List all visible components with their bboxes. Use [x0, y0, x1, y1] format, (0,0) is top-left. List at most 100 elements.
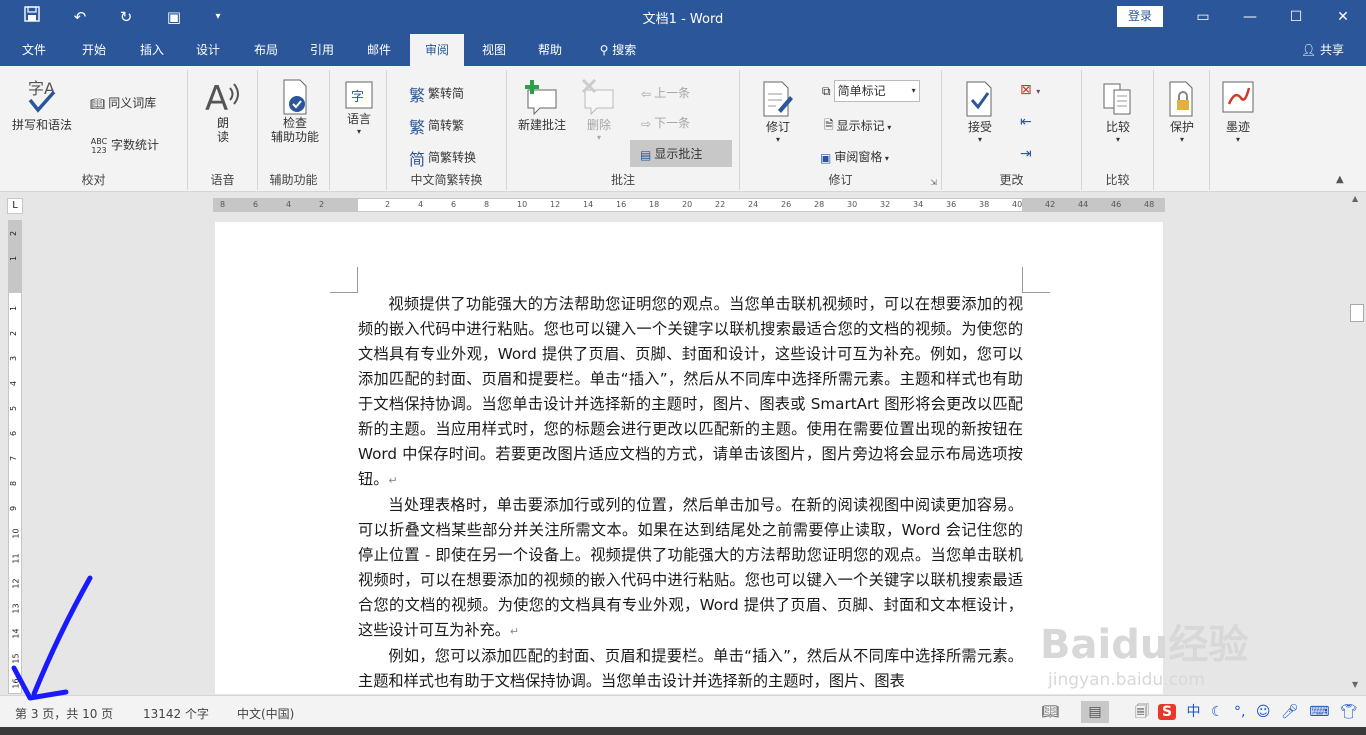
accessibility-check-icon	[283, 79, 307, 115]
scroll-down-icon[interactable]: ▼	[1352, 680, 1358, 689]
tab-home[interactable]: 开始	[72, 34, 116, 66]
share-button[interactable]: 👤︎ 共享	[1301, 34, 1344, 66]
group-speech: A 朗 读 语音	[188, 70, 258, 190]
markup-select[interactable]: ⧉ 简单标记 ▾	[822, 80, 920, 102]
group-tracking: 修订 ▾ ⧉ 简单标记 ▾ 🗎︎ 显示标记 ▾ ▣ 审阅窗格 ▾ 修订 ⇲	[740, 70, 942, 190]
track-changes-button[interactable]: 修订 ▾	[754, 80, 802, 144]
chevron-down-icon: ▾	[775, 135, 780, 144]
previous-comment-button[interactable]: ⇦ 上一条	[641, 84, 690, 101]
chevron-down-icon: ▾	[1115, 135, 1120, 144]
word-count-status[interactable]: 13142 个字	[143, 705, 209, 722]
traditional-to-simplified-button[interactable]: 繁繁转简	[409, 82, 464, 106]
ime-toolbar: S 中 ☾ °, ☺ 🎤︎ ⌨ 👕︎ ⊞	[1158, 701, 1366, 723]
tab-mailings[interactable]: 邮件	[357, 34, 401, 66]
conversion-char-icon: 简	[409, 150, 426, 169]
delete-comment-button[interactable]: 删除 ▾	[575, 78, 623, 142]
vertical-scrollbar[interactable]: ▲ ▼	[1348, 192, 1366, 694]
ribbon-display-options-icon[interactable]: ▭	[1180, 4, 1226, 30]
read-mode-button[interactable]: 📖︎	[1036, 701, 1064, 723]
spelling-grammar-button[interactable]: 字A 拼写和语法	[8, 76, 76, 133]
word-count-button[interactable]: ABC 123 字数统计	[90, 136, 159, 155]
compare-button[interactable]: 比较 ▾	[1094, 80, 1142, 144]
group-label-changes: 更改	[999, 173, 1024, 187]
paragraph-mark: ↵	[388, 474, 398, 487]
ruler-tick: 8	[484, 200, 490, 209]
maximize-button[interactable]: ☐	[1273, 4, 1319, 30]
scroll-up-icon[interactable]: ▲	[1352, 194, 1358, 203]
tab-view[interactable]: 视图	[472, 34, 516, 66]
print-layout-button[interactable]: ▤	[1081, 701, 1109, 723]
scrollbar-thumb[interactable]	[1350, 304, 1364, 322]
document-body[interactable]: 视频提供了功能强大的方法帮助您证明您的观点。当您单击联机视频时，可以在想要添加的…	[358, 292, 1023, 694]
new-comment-icon	[525, 80, 557, 116]
next-comment-button[interactable]: ⇨ 下一条	[641, 114, 690, 131]
emoji-icon[interactable]: ☺	[1256, 704, 1271, 720]
moon-icon[interactable]: ☾	[1211, 704, 1224, 720]
minimize-button[interactable]: —	[1227, 4, 1273, 30]
next-comment-icon: ⇨	[641, 116, 652, 131]
simplified-to-traditional-button[interactable]: 繁简转繁	[409, 114, 464, 138]
tab-file[interactable]: 文件	[12, 34, 56, 66]
document-page[interactable]: 视频提供了功能强大的方法帮助您证明您的观点。当您单击联机视频时，可以在想要添加的…	[215, 222, 1163, 694]
microphone-icon[interactable]: 🎤︎	[1281, 704, 1299, 720]
accept-button[interactable]: 接受 ▾	[956, 80, 1004, 144]
collapse-ribbon-icon[interactable]: ▲	[1336, 174, 1344, 185]
show-markup-button[interactable]: 🗎︎ 显示标记 ▾	[824, 116, 891, 137]
annotation-arrow	[11, 575, 93, 701]
dialog-launcher-icon[interactable]: ⇲	[930, 178, 937, 187]
next-change-icon[interactable]: ⇥	[1020, 146, 1032, 162]
previous-label: 上一条	[654, 86, 691, 100]
keyboard-icon[interactable]: ⌨	[1309, 704, 1329, 720]
show-comments-button[interactable]: ▤ 显示批注	[630, 140, 732, 167]
tab-selector-icon[interactable]: L	[7, 198, 23, 214]
new-comment-button[interactable]: 新建批注	[513, 78, 571, 133]
web-layout-button[interactable]: 🗐︎	[1128, 701, 1156, 723]
ruler-tick: 30	[847, 200, 858, 209]
sogou-logo[interactable]: S	[1158, 704, 1177, 720]
spelling-grammar-label: 拼写和语法	[11, 118, 72, 132]
paragraph-mark: ↵	[509, 625, 520, 638]
tab-insert[interactable]: 插入	[130, 34, 174, 66]
close-button[interactable]: ✕	[1320, 4, 1366, 30]
chevron-down-icon: ▾	[977, 135, 982, 144]
book-icon: 📖︎	[90, 96, 106, 111]
ruler-tick: 48	[1144, 200, 1155, 209]
language-button[interactable]: 字 语言 ▾	[338, 80, 380, 136]
check-accessibility-button[interactable]: 检查 辅助功能	[264, 78, 326, 144]
chevron-down-icon: ▾	[882, 154, 889, 163]
horizontal-ruler[interactable]: 8 6 4 2 2 4 6 8 10 12 14 16 18 20 22 24 26 28 30 32 34 36 38 40…	[213, 198, 1165, 212]
protect-button[interactable]: 保护 ▾	[1160, 80, 1204, 144]
previous-change-icon[interactable]: ⇤	[1020, 114, 1032, 130]
tab-references[interactable]: 引用	[300, 34, 344, 66]
ruler-tick: 38	[979, 200, 990, 209]
ime-language[interactable]: 中	[1187, 701, 1201, 721]
ruler-tick: 18	[649, 200, 660, 209]
ruler-tick: 8	[220, 200, 226, 209]
paragraph: 视频提供了功能强大的方法帮助您证明您的观点。当您单击联机视频时，可以在想要添加的…	[358, 292, 1023, 493]
tab-layout[interactable]: 布局	[244, 34, 288, 66]
skin-icon[interactable]: 👕︎	[1340, 704, 1358, 720]
chevron-down-icon: ▾	[884, 123, 892, 132]
login-button[interactable]: 登录	[1117, 6, 1163, 27]
group-chinese-conversion: 繁繁转简 繁简转繁 简简繁转换 中文简繁转换	[387, 70, 507, 190]
reject-icon[interactable]: ⊠ ▾	[1020, 82, 1040, 98]
tab-help[interactable]: 帮助	[528, 34, 572, 66]
tab-search[interactable]: ⚲ 搜索	[590, 34, 646, 66]
language-status[interactable]: 中文(中国)	[237, 705, 294, 722]
reviewing-pane-button[interactable]: ▣ 审阅窗格 ▾	[820, 148, 889, 165]
group-label-comments: 批注	[610, 173, 635, 187]
svg-text:字: 字	[351, 90, 364, 105]
chinese-conversion-button[interactable]: 简简繁转换	[409, 146, 476, 170]
show-markup-icon: 🗎︎	[824, 118, 834, 132]
ink-button[interactable]: 墨迹 ▾	[1216, 80, 1260, 144]
read-aloud-button[interactable]: A 朗 读	[200, 78, 246, 144]
accept-label: 接受	[967, 120, 992, 134]
punctuation-icon[interactable]: °,	[1234, 704, 1245, 720]
tab-review[interactable]: 审阅	[410, 34, 464, 66]
thesaurus-button[interactable]: 📖︎ 同义词库	[90, 94, 156, 111]
tab-design[interactable]: 设计	[186, 34, 230, 66]
baidu-watermark: Baidu经验 jingyan.baidu.com	[1040, 612, 1260, 694]
vertical-ruler-tick: 5	[9, 405, 19, 412]
group-label-chinese-conversion: 中文简繁转换	[410, 173, 483, 187]
ruler-tick: 34	[913, 200, 924, 209]
